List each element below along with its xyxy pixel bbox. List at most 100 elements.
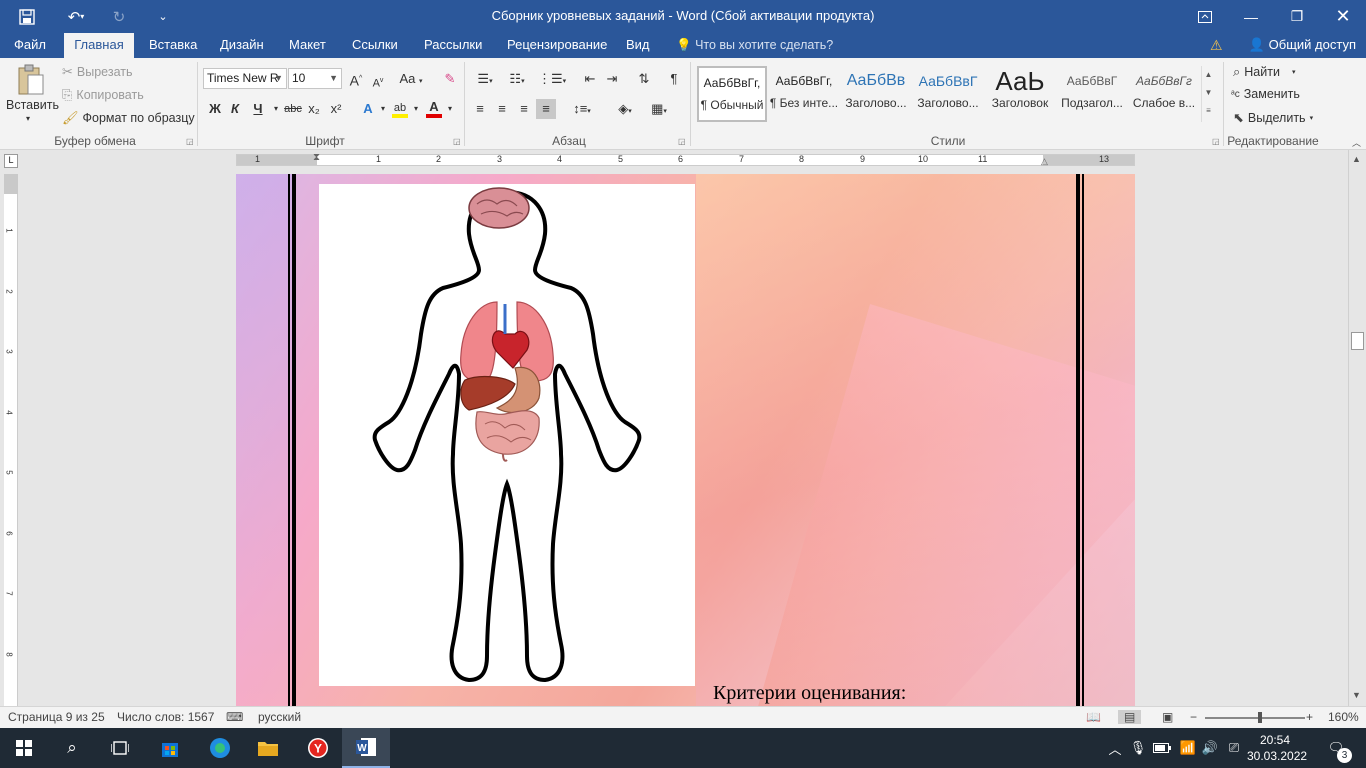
tab-references[interactable]: Ссылки bbox=[346, 33, 404, 58]
find-button[interactable]: ⌕ Найти ▾ bbox=[1233, 64, 1295, 80]
tab-selector[interactable]: L bbox=[4, 154, 18, 168]
replace-button[interactable]: ᵃc Заменить bbox=[1231, 87, 1300, 101]
windows-start-icon[interactable] bbox=[0, 728, 48, 768]
tab-view[interactable]: Вид bbox=[620, 33, 656, 58]
ribbon-display-icon[interactable] bbox=[1182, 0, 1228, 33]
style-heading-2[interactable]: АаБбВвГ Заголово... bbox=[913, 66, 983, 122]
tab-insert[interactable]: Вставка bbox=[143, 33, 203, 58]
chevron-down-icon[interactable]: ▼ bbox=[1352, 690, 1361, 700]
tell-me-box[interactable]: 💡 Что вы хотите сделать? bbox=[676, 33, 833, 58]
style-title[interactable]: АаЬ Заголовок bbox=[985, 66, 1055, 122]
right-indent-marker-icon[interactable]: △ bbox=[1041, 156, 1048, 167]
underline-button[interactable]: Ч bbox=[248, 99, 268, 119]
word-count[interactable]: Число слов: 1567 bbox=[117, 710, 214, 724]
document-page[interactable]: Критерии оценивания: bbox=[236, 174, 1135, 706]
styles-gallery-scroll[interactable]: ▲ ▼ ≡ bbox=[1201, 66, 1215, 122]
tab-design[interactable]: Дизайн bbox=[214, 33, 270, 58]
shrink-font-button[interactable]: Av bbox=[368, 71, 388, 91]
dialog-launcher-icon[interactable]: ◲ bbox=[678, 137, 686, 146]
increase-indent-icon[interactable]: ⇥ bbox=[602, 69, 622, 89]
style-no-spacing[interactable]: АаБбВвГг, ¶ Без инте... bbox=[769, 66, 839, 122]
volume-icon[interactable]: 🔊 bbox=[1200, 728, 1220, 768]
zoom-out-button[interactable]: − bbox=[1190, 710, 1197, 724]
chevron-up-icon[interactable]: ▲ bbox=[1352, 154, 1361, 164]
tab-layout[interactable]: Макет bbox=[283, 33, 332, 58]
select-button[interactable]: ⬉ Выделить ▾ bbox=[1233, 110, 1313, 126]
chevron-up-icon[interactable]: ▲ bbox=[1202, 66, 1215, 84]
chevron-up-icon[interactable]: ︿ bbox=[1104, 728, 1126, 768]
multilevel-list-icon[interactable]: ⋮☰▾ bbox=[538, 69, 566, 89]
superscript-button[interactable]: x² bbox=[326, 99, 346, 119]
language[interactable]: русский bbox=[258, 710, 301, 724]
notifications-button[interactable]: 🗨 3 bbox=[1318, 728, 1354, 768]
decrease-indent-icon[interactable]: ⇤ bbox=[580, 69, 600, 89]
body-organs-image[interactable] bbox=[319, 184, 695, 686]
store-icon[interactable] bbox=[146, 728, 194, 768]
numbering-icon[interactable]: ☷▾ bbox=[504, 69, 530, 89]
zoom-slider-thumb[interactable] bbox=[1258, 712, 1262, 723]
chevron-down-icon[interactable]: ▼ bbox=[1202, 84, 1215, 102]
bold-button[interactable]: Ж bbox=[205, 99, 225, 119]
horizontal-ruler[interactable]: 1 1 2 3 4 5 6 7 8 9 10 11 13 ⧗ △ bbox=[236, 152, 1135, 167]
tab-file[interactable]: Файл bbox=[8, 33, 52, 58]
style-heading-1[interactable]: АаБбВв Заголово... bbox=[841, 66, 911, 122]
microphone-icon[interactable]: 🎙 bbox=[1128, 728, 1148, 768]
dialog-launcher-icon[interactable]: ◲ bbox=[186, 137, 194, 146]
zoom-slider[interactable] bbox=[1205, 717, 1305, 719]
sort-icon[interactable]: ⇅ bbox=[634, 69, 654, 89]
bullets-icon[interactable]: ☰▾ bbox=[472, 69, 498, 89]
zoom-in-button[interactable]: + bbox=[1306, 710, 1313, 724]
font-name-combo[interactable]: Times New R ▼ bbox=[203, 68, 287, 89]
word-app-icon[interactable]: W bbox=[342, 728, 390, 768]
paste-dropdown-icon[interactable]: ▾ bbox=[26, 114, 30, 123]
wifi-icon[interactable]: 📶 bbox=[1176, 728, 1200, 768]
italic-button[interactable]: К bbox=[225, 99, 245, 119]
edge-browser-icon[interactable] bbox=[196, 728, 244, 768]
page-count[interactable]: Страница 9 из 25 bbox=[8, 710, 105, 724]
justify-icon[interactable]: ≡ bbox=[536, 99, 556, 119]
tab-home[interactable]: Главная bbox=[64, 33, 134, 58]
dialog-launcher-icon[interactable]: ◲ bbox=[453, 137, 461, 146]
document-area[interactable]: Критерии оценивания: bbox=[20, 172, 1348, 706]
cut-button[interactable]: ✂ Вырезать bbox=[62, 64, 133, 80]
clock[interactable]: 20:54 30.03.2022 bbox=[1247, 732, 1307, 764]
subscript-button[interactable]: x₂ bbox=[304, 99, 324, 119]
font-size-combo[interactable]: 10 ▼ bbox=[288, 68, 342, 89]
proofing-icon[interactable]: ⌨ bbox=[226, 710, 243, 724]
align-center-icon[interactable]: ≡ bbox=[492, 99, 512, 119]
vertical-scrollbar[interactable]: ▲ ▼ bbox=[1348, 150, 1366, 706]
strikethrough-button[interactable]: abc bbox=[282, 99, 304, 119]
align-right-icon[interactable]: ≡ bbox=[514, 99, 534, 119]
show-formatting-icon[interactable]: ¶ bbox=[664, 69, 684, 89]
input-indicator-icon[interactable]: ⎚ bbox=[1222, 728, 1246, 768]
align-left-icon[interactable]: ≡ bbox=[470, 99, 490, 119]
close-icon[interactable]: ✕ bbox=[1320, 0, 1366, 33]
battery-icon[interactable] bbox=[1150, 728, 1174, 768]
print-layout-icon[interactable]: ▤ bbox=[1118, 710, 1142, 724]
chevron-down-icon[interactable]: ▾ bbox=[440, 99, 460, 119]
indent-marker-icon[interactable]: ⧗ bbox=[313, 152, 320, 163]
borders-icon[interactable]: ▦▾ bbox=[644, 99, 674, 119]
format-painter-button[interactable]: 🖌 Формат по образцу bbox=[62, 110, 195, 126]
file-explorer-icon[interactable] bbox=[244, 728, 292, 768]
change-case-button[interactable]: Aa ▾ bbox=[396, 69, 426, 89]
read-mode-icon[interactable]: 📖 bbox=[1086, 710, 1101, 724]
task-view-icon[interactable] bbox=[96, 728, 144, 768]
grow-font-button[interactable]: A^ bbox=[346, 69, 366, 89]
collapse-ribbon-icon[interactable]: ︿ bbox=[1352, 136, 1361, 149]
copy-button[interactable]: ⎘ Копировать bbox=[62, 87, 144, 103]
shading-icon[interactable]: ◈▾ bbox=[610, 99, 640, 119]
share-button[interactable]: 👤 Общий доступ bbox=[1249, 33, 1356, 58]
style-normal[interactable]: АаБбВвГг, ¶ Обычный bbox=[697, 66, 767, 122]
more-icon[interactable]: ≡ bbox=[1202, 102, 1215, 120]
line-spacing-icon[interactable]: ↕≡▾ bbox=[568, 99, 596, 119]
dialog-launcher-icon[interactable]: ◲ bbox=[1212, 137, 1220, 146]
yandex-browser-icon[interactable]: Y bbox=[294, 728, 342, 768]
style-subtitle[interactable]: АаБбВвГ Подзагол... bbox=[1057, 66, 1127, 122]
style-subtle-emphasis[interactable]: АаБбВвГг Слабое в... bbox=[1129, 66, 1199, 122]
clear-formatting-icon[interactable]: ✎ bbox=[440, 69, 460, 89]
tab-review[interactable]: Рецензирование bbox=[501, 33, 613, 58]
web-layout-icon[interactable]: ▣ bbox=[1162, 710, 1173, 724]
vertical-ruler[interactable]: 1 2 3 4 5 6 7 8 bbox=[4, 174, 18, 706]
search-icon[interactable]: ⌕ bbox=[48, 728, 96, 768]
